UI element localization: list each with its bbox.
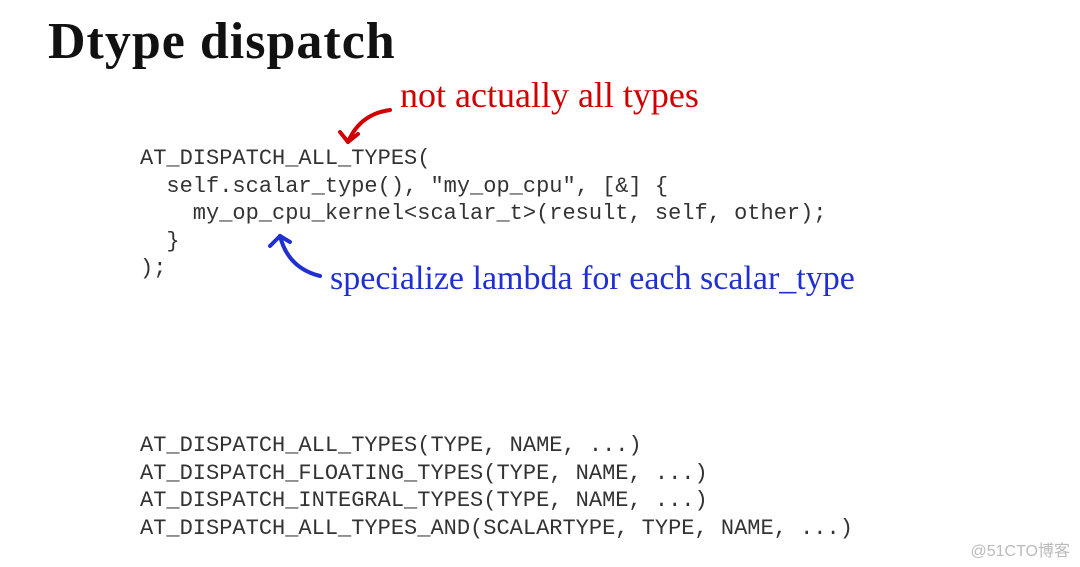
annotation-not-all-types: not actually all types xyxy=(400,74,699,116)
watermark-text: @51CTO博客 xyxy=(970,537,1070,561)
page-title: Dtype dispatch xyxy=(48,12,396,71)
arrow-blue-icon xyxy=(260,218,340,288)
annotation-specialize-lambda: specialize lambda for each scalar_type xyxy=(330,260,855,298)
code-dispatch-variants: AT_DISPATCH_ALL_TYPES(TYPE, NAME, ...) A… xyxy=(140,432,853,542)
